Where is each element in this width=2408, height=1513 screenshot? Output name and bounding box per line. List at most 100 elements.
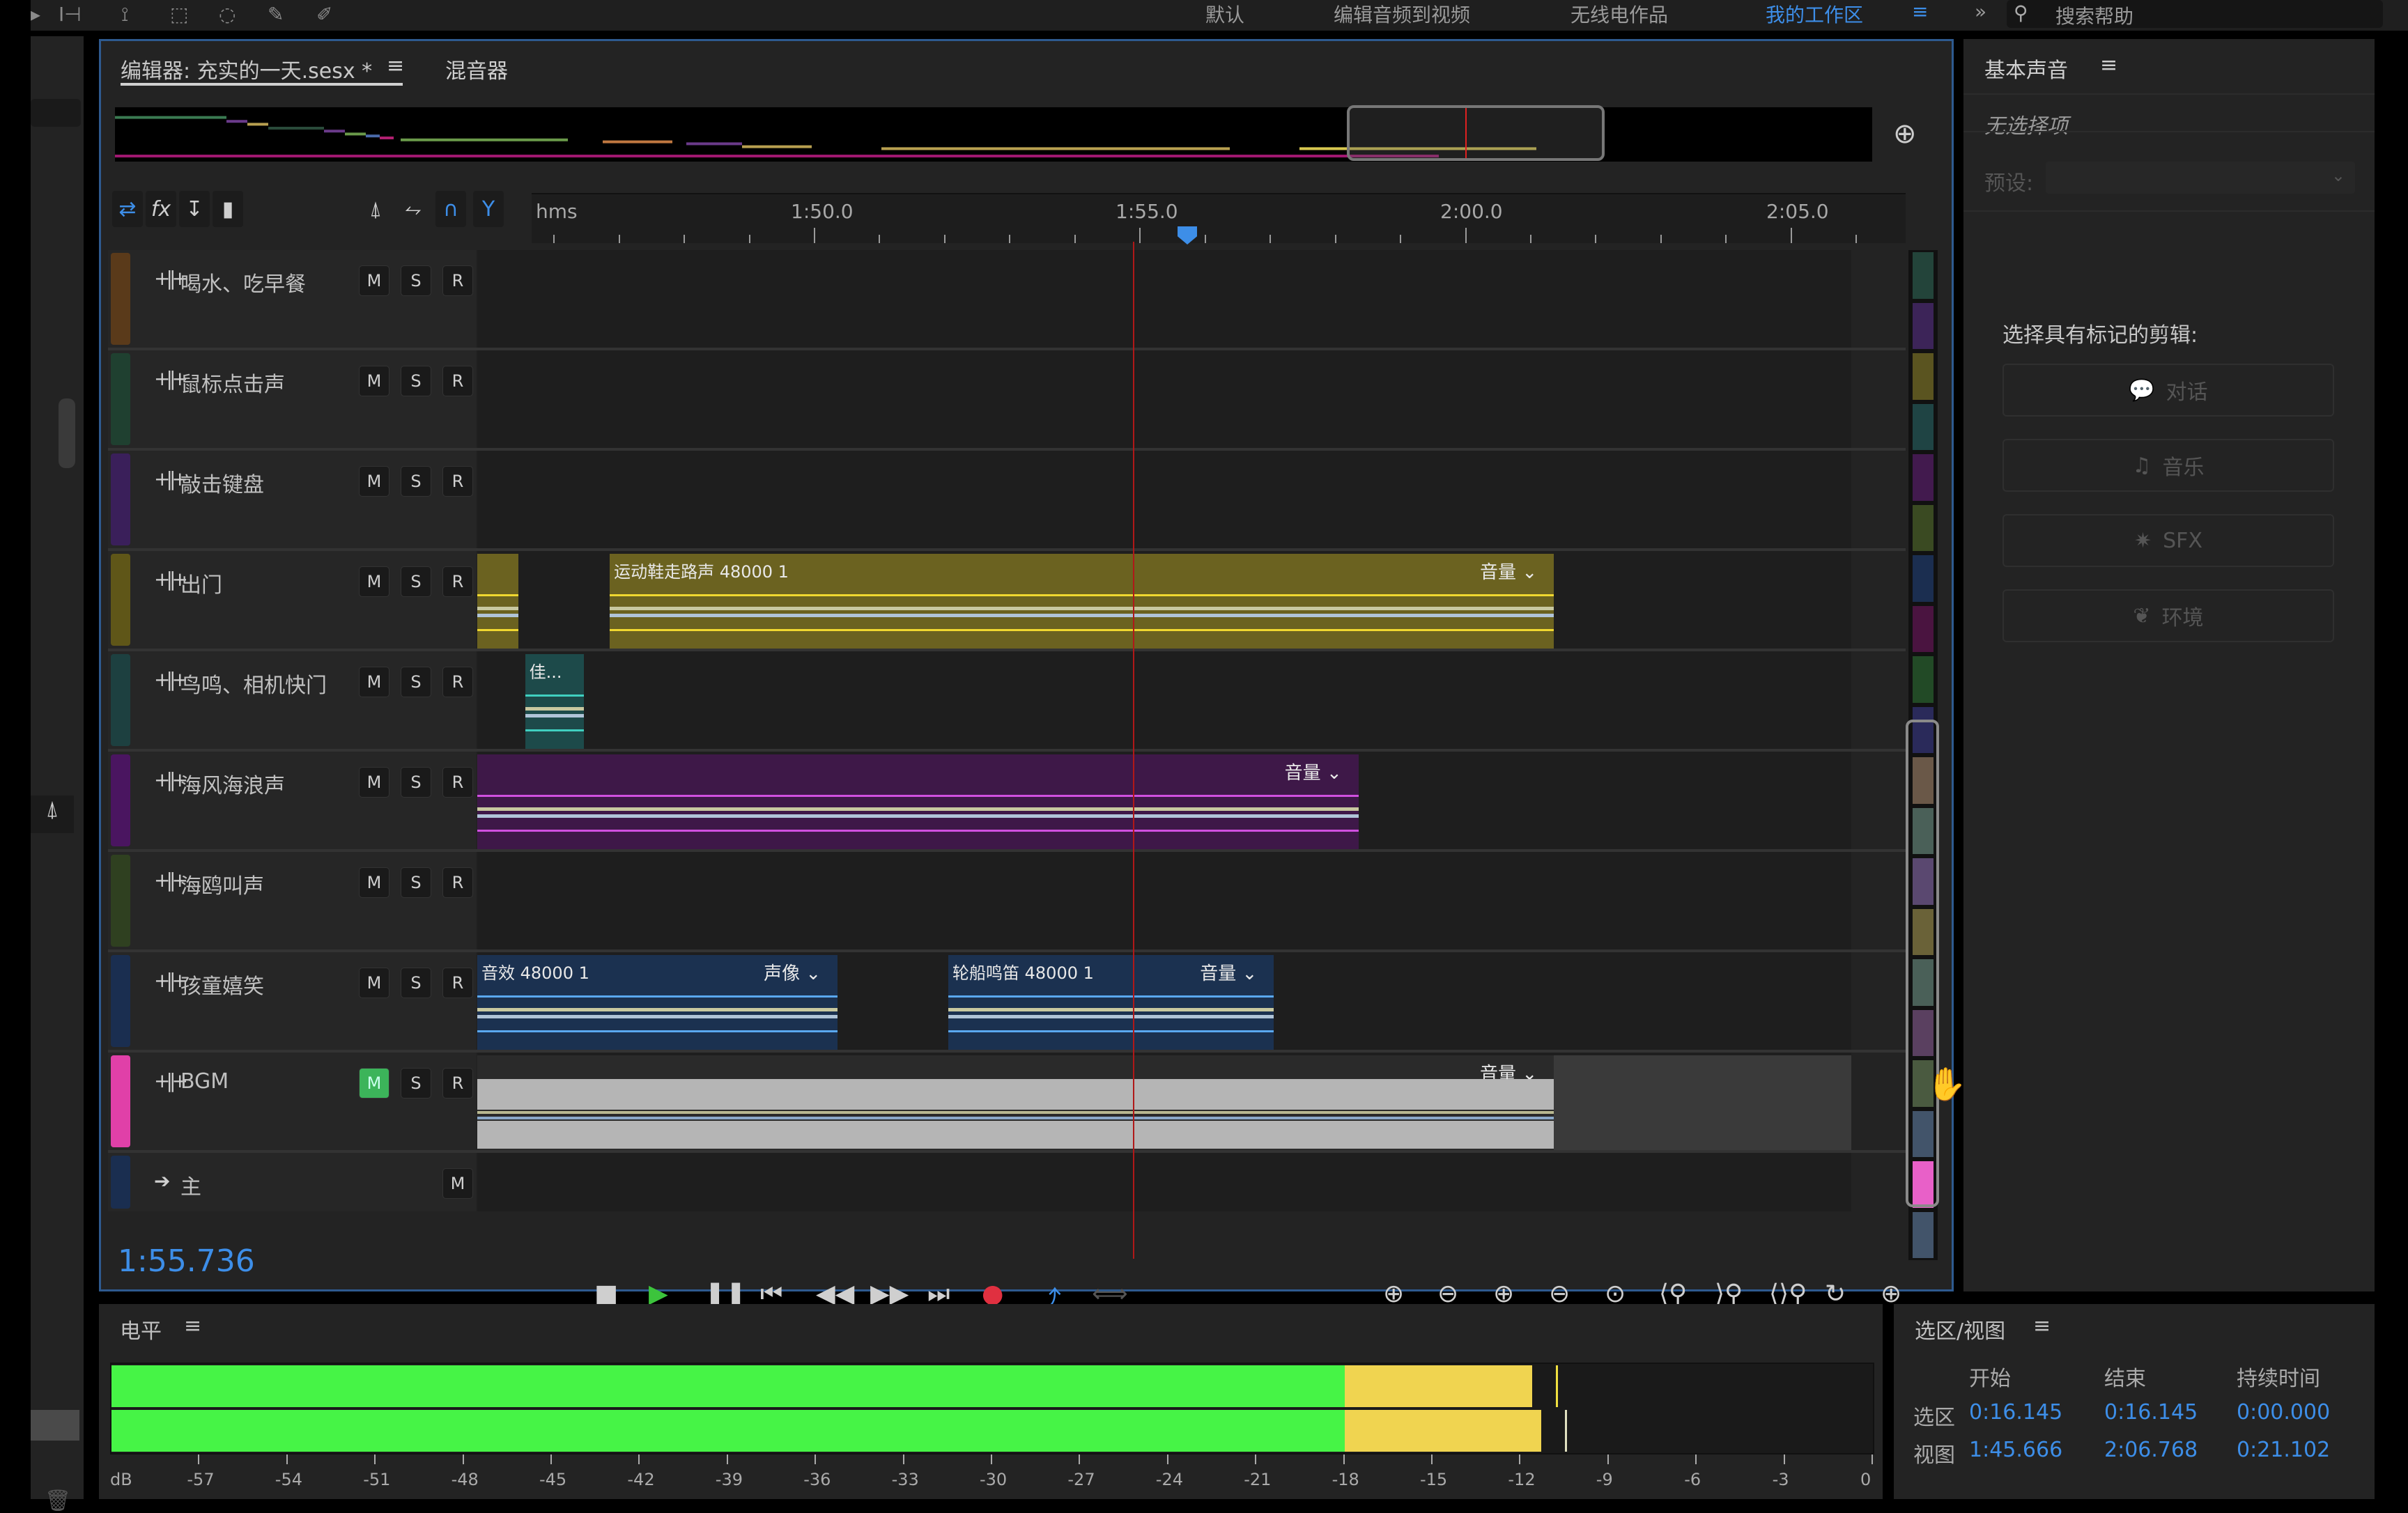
record-arm-button[interactable]: R [442,366,473,396]
track-navigator-swatch[interactable] [1913,1211,1934,1258]
mute-button[interactable]: M [442,1168,473,1199]
track-name[interactable]: 孩童嬉笑 [180,969,264,1000]
time-ruler[interactable]: hms 1:50.0 1:55.0 2:00.0 2:05.0 [532,193,1906,245]
clip-effect-dropdown[interactable]: 音量 ⌄ [1480,558,1537,584]
audio-clip[interactable]: 音效 48000 1 声像 ⌄ [477,955,838,1050]
track-name[interactable]: BGM [180,1069,229,1094]
track-navigator-swatch[interactable] [1913,454,1934,501]
audio-clip[interactable]: 轮船鸣笛 48000 1 音量 ⌄ [948,955,1274,1050]
marker-icon[interactable]: Y [473,191,504,227]
trash-icon[interactable]: 🗑 [45,1489,71,1513]
marquee-tool-icon[interactable]: ⬚ [170,3,188,26]
track-name[interactable]: 敲击键盘 [180,467,264,498]
lasso-tool-icon[interactable]: ◌ [219,3,236,26]
solo-button[interactable]: S [401,466,431,497]
ambience-button[interactable]: ❦ 环境 [2002,589,2334,642]
clip-effect-dropdown[interactable]: 声像 ⌄ [764,959,821,985]
mute-button[interactable]: M [359,767,389,798]
track-header[interactable]: +‖+ 鼠标点击声 M S R I [108,350,512,448]
selection-duration[interactable]: 0:00.000 [2237,1400,2330,1425]
tab-editor-menu-icon[interactable]: ≡ [387,54,404,78]
track-lane[interactable] [477,451,1851,548]
track-header[interactable]: +‖+ 海风海浪声 M S R I [108,752,512,849]
solo-button[interactable]: S [401,366,431,396]
audio-clip[interactable]: 佳... [525,654,584,749]
left-panel-slider[interactable] [31,1410,79,1441]
preset-dropdown[interactable]: ⌄ [2046,162,2355,194]
track-name[interactable]: 主 [180,1170,201,1200]
more-workspaces-icon[interactable]: » [1975,0,1986,23]
track-lane[interactable] [477,852,1851,949]
solo-button[interactable]: S [401,1068,431,1099]
track-navigator-swatch[interactable] [1913,403,1934,450]
workspace-radio-production[interactable]: 无线电作品 [1570,0,1668,28]
track-header[interactable]: +‖+ 鸟鸣、相机快门 M S R I [108,651,512,749]
mute-button[interactable]: M [359,566,389,597]
track-header[interactable]: ➔ 主 M (S) [108,1153,512,1211]
clip-effect-dropdown[interactable]: 音量 ⌄ [1200,959,1257,985]
track-lane[interactable] [477,1153,1851,1211]
spot-healing-tool-icon[interactable]: ✐ [316,3,332,26]
record-arm-button[interactable]: R [442,767,473,798]
track-navigator-swatch[interactable] [1913,353,1934,400]
mute-button[interactable]: M [359,1068,389,1099]
sfx-button[interactable]: ✷ SFX [2002,514,2334,567]
record-arm-button[interactable]: R [442,667,473,697]
tab-mixer[interactable]: 混音器 [445,54,508,84]
session-overview[interactable] [115,107,1872,162]
track-name[interactable]: 鼠标点击声 [180,367,285,398]
tab-editor[interactable]: 编辑器: 充实的一天.sesx * [121,54,372,84]
record-arm-button[interactable]: R [442,265,473,296]
record-arm-button[interactable]: R [442,867,473,898]
track-lane[interactable]: 音量 ⌄ [477,752,1851,849]
track-navigator-swatch[interactable] [1913,605,1934,652]
left-panel-field[interactable] [31,99,81,127]
time-selection-tool-icon[interactable]: I⊣ [59,3,82,26]
snap-icon[interactable]: ∩ [435,191,466,227]
clip-effect-dropdown[interactable]: 音量 ⌄ [1285,759,1342,784]
current-timecode[interactable]: 1:55.736 [118,1243,255,1279]
track-name[interactable]: 鸟鸣、相机快门 [180,668,327,699]
track-lane[interactable] [477,250,1851,348]
track-lane[interactable]: 运动鞋走路声 48000 1 音量 ⌄ [477,551,1851,649]
track-name[interactable]: 喝水、吃早餐 [180,267,306,297]
selection-view-menu-icon[interactable]: ≡ [2033,1314,2051,1338]
solo-button[interactable]: S [401,968,431,998]
track-name[interactable]: 海鸥叫声 [180,869,264,899]
levels-menu-icon[interactable]: ≡ [184,1314,201,1338]
track-lane[interactable]: 佳... [477,651,1851,749]
eq-icon[interactable]: ▮ [213,191,243,227]
solo-button[interactable]: S [401,667,431,697]
record-arm-button[interactable]: R [442,1068,473,1099]
track-header[interactable]: +‖+ 敲击键盘 M S R I [108,451,512,548]
track-navigator-swatch[interactable] [1913,656,1934,703]
track-lane[interactable]: 音效 48000 1 声像 ⌄ 轮船鸣笛 48000 1 音量 ⌄ [477,952,1851,1050]
time-stretch-icon[interactable]: ⥊ [398,191,429,227]
record-arm-button[interactable]: R [442,968,473,998]
brush-tool-icon[interactable]: ✎ [268,3,284,26]
track-lane[interactable]: 音量 ⌄ [477,1053,1851,1150]
track-name[interactable]: 出门 [180,568,222,598]
workspace-edit-audio-to-video[interactable]: 编辑音频到视频 [1334,0,1470,28]
workspace-my-workspace[interactable]: 我的工作区 [1766,0,1863,28]
track-header[interactable]: +‖+ 孩童嬉笑 M S R I [108,952,512,1050]
send-icon[interactable]: ↧ [179,191,210,227]
left-panel-scrollbar[interactable] [59,398,75,468]
metronome-icon[interactable]: ⍋ [31,796,74,833]
mute-button[interactable]: M [359,466,389,497]
search-help-field[interactable]: ⚲ 搜索帮助 [2007,0,2383,28]
view-duration[interactable]: 0:21.102 [2237,1438,2330,1462]
track-navigator-swatch[interactable] [1913,252,1934,299]
razor-tool-icon[interactable]: ⟟ [121,3,128,26]
audio-clip[interactable]: 运动鞋走路声 48000 1 音量 ⌄ [610,554,1554,649]
solo-button[interactable]: S [401,867,431,898]
audio-clip[interactable] [477,554,519,649]
record-arm-button[interactable]: R [442,566,473,597]
mute-button[interactable]: M [359,867,389,898]
metronome-icon[interactable]: ⍋ [360,191,391,227]
panel-menu-icon[interactable]: ≡ [2100,53,2117,77]
solo-button[interactable]: S [401,566,431,597]
mute-button[interactable]: M [359,366,389,396]
playhead-handle[interactable] [1178,226,1198,245]
track-header[interactable]: +‖+ 海鸥叫声 M S R I [108,852,512,949]
